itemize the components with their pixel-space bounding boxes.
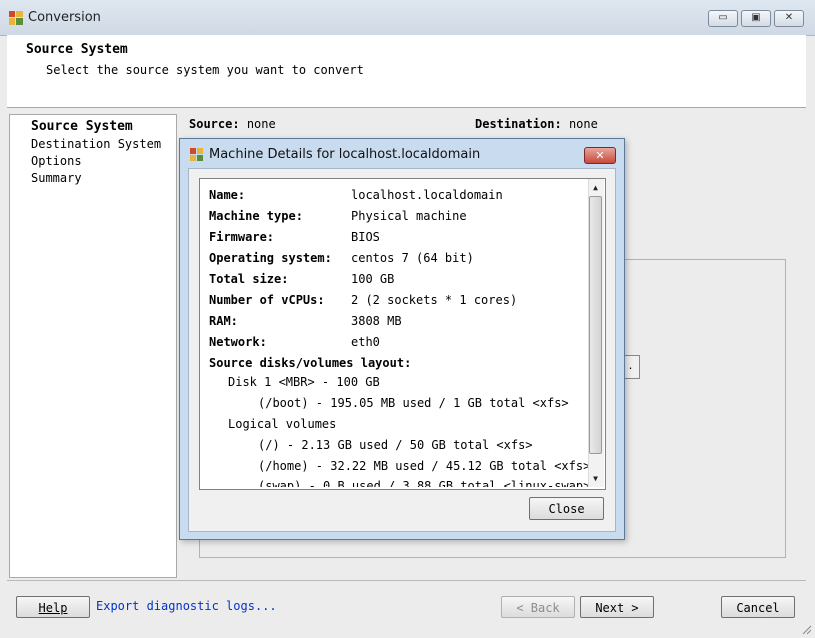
- detail-value: BIOS: [351, 230, 380, 244]
- volume-line: (/home) - 32.22 MB used / 45.12 GB total…: [258, 459, 591, 473]
- detail-value: localhost.localdomain: [351, 188, 503, 202]
- help-label: Help: [38, 601, 68, 615]
- clipped-line-wrapper: (swap) - 0 B used / 3.88 GB total <linux…: [200, 479, 588, 487]
- scroll-up-icon[interactable]: ▲: [589, 180, 602, 195]
- detail-label: Number of vCPUs:: [209, 293, 325, 307]
- detail-row-network: Network: eth0: [209, 335, 380, 349]
- volume-line: (/) - 2.13 GB used / 50 GB total <xfs>: [258, 438, 533, 452]
- source-label: Source:: [189, 117, 240, 131]
- cancel-button[interactable]: Cancel: [721, 596, 795, 618]
- disk-line: Disk 1 <MBR> - 100 GB: [228, 375, 380, 389]
- source-summary: Source: none: [189, 117, 276, 131]
- scroll-down-icon[interactable]: ▼: [589, 471, 602, 486]
- back-button[interactable]: < Back: [501, 596, 575, 618]
- dialog-app-icon: [190, 148, 203, 161]
- detail-value: 3808 MB: [351, 314, 402, 328]
- detail-label: RAM:: [209, 314, 238, 328]
- app-icon: [9, 11, 23, 25]
- layout-heading: Source disks/volumes layout:: [209, 356, 412, 370]
- destination-label: Destination:: [475, 117, 562, 131]
- window-title: Conversion: [28, 10, 101, 25]
- detail-row-machine-type: Machine type: Physical machine: [209, 209, 467, 223]
- partition-line: (/boot) - 195.05 MB used / 1 GB total <x…: [258, 396, 569, 410]
- scrollbar-thumb[interactable]: [589, 196, 602, 454]
- detail-value: 100 GB: [351, 272, 395, 286]
- detail-label: Network:: [209, 335, 267, 349]
- destination-summary: Destination: none: [475, 117, 598, 131]
- window-close-button[interactable]: ✕: [774, 10, 804, 27]
- detail-row-ram: RAM: 3808 MB: [209, 314, 402, 328]
- footer-separator: [7, 580, 806, 581]
- nav-item-destination-system[interactable]: Destination System: [31, 137, 161, 151]
- help-button[interactable]: Help: [16, 596, 90, 618]
- resize-grip-icon[interactable]: [800, 623, 812, 635]
- detail-row-operating-system: Operating system: centos 7 (64 bit): [209, 251, 474, 265]
- source-value: none: [246, 117, 276, 131]
- detail-value: eth0: [351, 335, 380, 349]
- detail-label: Total size:: [209, 272, 289, 286]
- detail-value: 2 (2 sockets * 1 cores): [351, 293, 518, 307]
- nav-item-summary[interactable]: Summary: [31, 171, 82, 185]
- nav-item-source-system[interactable]: Source System: [31, 119, 133, 134]
- page-subtitle: Select the source system you want to con…: [46, 63, 364, 77]
- detail-label: Firmware:: [209, 230, 275, 244]
- detail-label: Machine type:: [209, 209, 303, 223]
- detail-value: centos 7 (64 bit): [351, 251, 474, 265]
- detail-row-name: Name: localhost.localdomain: [209, 188, 503, 202]
- dialog-title: Machine Details for localhost.localdomai…: [209, 147, 481, 162]
- detail-label: Operating system:: [209, 251, 332, 265]
- dialog-close-icon[interactable]: ✕: [584, 147, 616, 164]
- nav-item-options[interactable]: Options: [31, 154, 82, 168]
- minimize-button[interactable]: ▭: [708, 10, 738, 27]
- page-title: Source System: [26, 42, 128, 57]
- detail-label: Name:: [209, 188, 246, 202]
- detail-row-firmware: Firmware: BIOS: [209, 230, 380, 244]
- export-diagnostic-logs-link[interactable]: Export diagnostic logs...: [96, 599, 277, 613]
- logical-volumes-line: Logical volumes: [228, 417, 337, 431]
- detail-value: Physical machine: [351, 209, 467, 223]
- detail-row-total-size: Total size: 100 GB: [209, 272, 394, 286]
- next-button[interactable]: Next >: [580, 596, 654, 618]
- dialog-close-button[interactable]: Close: [529, 497, 604, 520]
- title-bar[interactable]: [0, 0, 815, 36]
- maximize-button[interactable]: ▣: [741, 10, 771, 27]
- destination-value: none: [568, 117, 598, 131]
- detail-row-vcpus: Number of vCPUs: 2 (2 sockets * 1 cores): [209, 293, 517, 307]
- volume-line: (swap) - 0 B used / 3.88 GB total <linux…: [258, 479, 588, 487]
